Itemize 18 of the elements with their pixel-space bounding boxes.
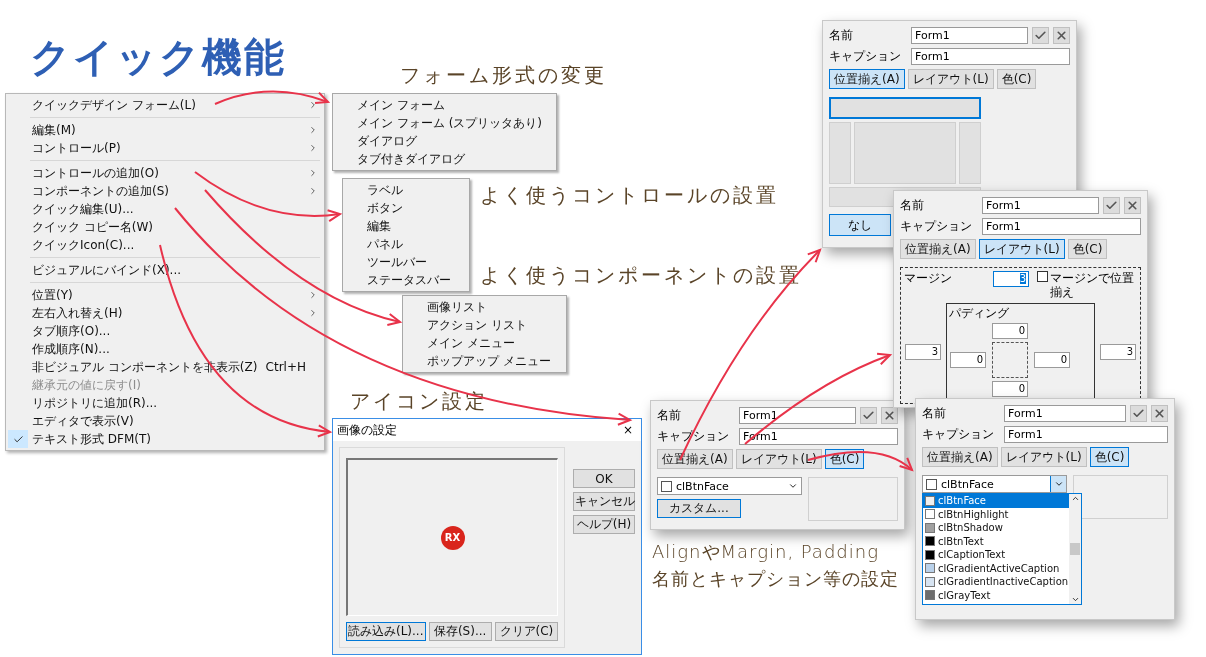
field-label: キャプション — [829, 48, 902, 65]
group-label: パディング — [949, 306, 1010, 320]
annotation-text: よく使うコントロールの設置 — [480, 182, 779, 209]
field-label: 名前 — [829, 27, 854, 44]
field-label: 名前 — [922, 405, 947, 422]
field-label: 名前 — [657, 407, 682, 424]
field-label: キャプション — [922, 426, 995, 443]
annotation-text: よく使うコンポーネントの設置 — [480, 262, 802, 289]
window-title: 画像の設定 — [337, 421, 397, 439]
annotation-text: アイコン設定 — [350, 388, 488, 415]
page-title: クイック機能 — [30, 33, 286, 82]
logo: RX — [440, 525, 465, 550]
annotation-text: 名前とキャプション等の設定 — [652, 567, 899, 591]
group-label: マージン — [904, 271, 953, 285]
field-label: 名前 — [900, 197, 925, 214]
annotation-text: フォーム形式の変更 — [400, 62, 607, 89]
annotation-text: AlignやMargin, Padding — [652, 540, 879, 564]
field-label: キャプション — [900, 218, 973, 235]
